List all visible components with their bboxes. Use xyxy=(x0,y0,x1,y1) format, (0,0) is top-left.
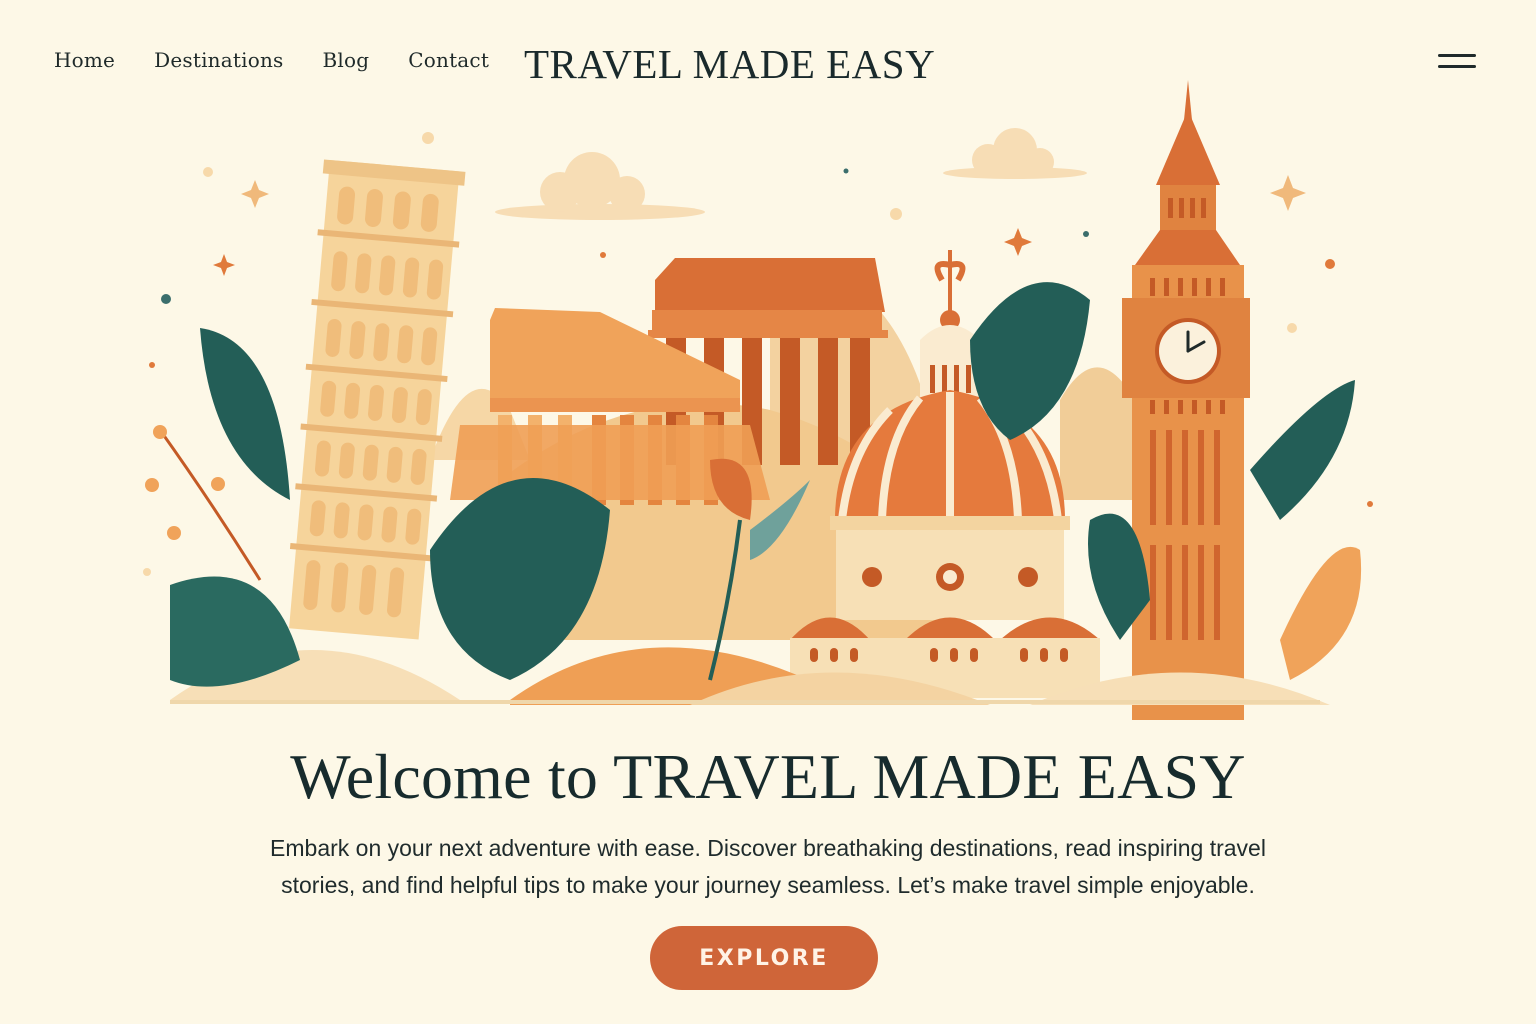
menu-line xyxy=(1438,54,1476,57)
nav-home[interactable]: Home xyxy=(54,48,115,72)
cloud-icon xyxy=(943,128,1087,179)
hero-headline: Welcome to TRAVEL MADE EASY xyxy=(290,741,1246,812)
explore-button[interactable]: EXPLORE xyxy=(650,926,878,990)
travel-landmarks-illustration xyxy=(143,80,1373,720)
hamburger-menu-icon[interactable] xyxy=(1438,50,1478,72)
main-nav: Home Destinations Blog Contact xyxy=(54,48,528,72)
hero-description: Embark on your next adventure with ease.… xyxy=(270,835,1266,898)
nav-contact[interactable]: Contact xyxy=(408,48,489,72)
big-ben-illustration xyxy=(1122,80,1250,720)
cloud-icon xyxy=(495,152,705,220)
nav-blog[interactable]: Blog xyxy=(323,48,370,72)
nav-destinations[interactable]: Destinations xyxy=(154,48,283,72)
menu-line xyxy=(1438,65,1476,68)
